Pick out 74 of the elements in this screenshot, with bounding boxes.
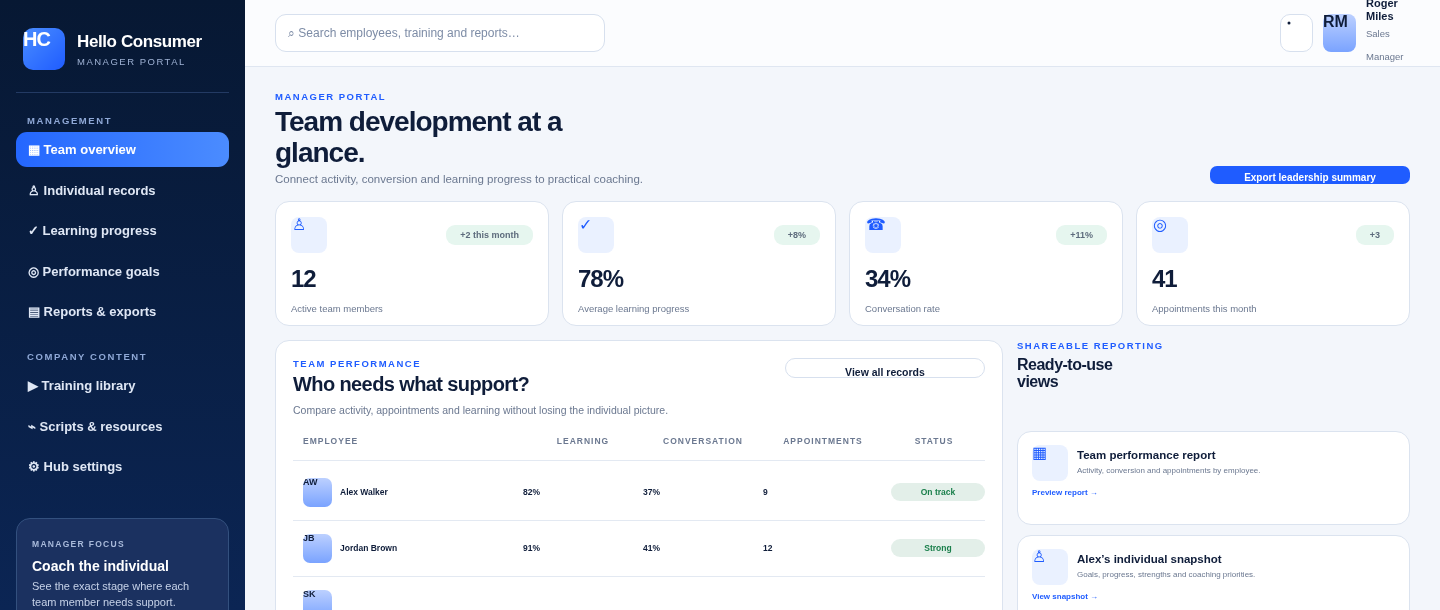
- nav-item[interactable]: ⌁ Scripts & resources: [16, 408, 229, 444]
- section-title: Who needs what support?: [293, 372, 531, 396]
- report-icon: ♙: [1032, 548, 1068, 585]
- employee-avatar: SK: [303, 589, 332, 610]
- brand-name: Hello Consumer: [77, 31, 202, 52]
- page-eyebrow: MANAGER PORTAL: [275, 91, 388, 102]
- stat-value: 41: [1152, 264, 1178, 293]
- nav-item[interactable]: ✓ Learning progress: [16, 213, 229, 248]
- trend-badge: +3: [1355, 224, 1394, 245]
- stat-value: 78%: [578, 264, 625, 293]
- stat-label: Appointments this month: [1152, 302, 1258, 314]
- status-badge: On track: [891, 483, 985, 502]
- nav-item[interactable]: ♙ Individual records: [16, 172, 229, 208]
- column-header: EMPLOYEE: [303, 435, 360, 446]
- search-field[interactable]: ⌕ Search employees, training and reports…: [275, 14, 605, 52]
- focus-title: Coach the individual: [32, 558, 170, 574]
- user-name: Roger Miles: [1366, 0, 1399, 24]
- section-title: Ready-to-use views: [1017, 355, 1114, 391]
- stat-icon: ♙: [291, 216, 327, 253]
- section-subtitle: Compare activity, appointments and learning without losing the individual picture.: [293, 403, 669, 416]
- stat-label: Average learning progress: [578, 302, 691, 314]
- stat-icon: ✓: [578, 216, 614, 253]
- report-icon: ▦: [1032, 444, 1068, 481]
- dot-icon: [1287, 21, 1291, 25]
- nav-item[interactable]: ▶ Training library: [16, 368, 229, 403]
- view-records-button[interactable]: View all records: [785, 357, 985, 378]
- report-link[interactable]: Preview report →: [1032, 487, 1098, 497]
- report-description: Goals, progress, strengths and coaching priorities.: [1077, 569, 1256, 579]
- employee-avatar: AW: [303, 477, 332, 507]
- trend-badge: +8%: [773, 224, 820, 245]
- page-title: Team development at a glance.: [275, 107, 564, 169]
- stat-value: 12: [291, 264, 317, 293]
- employee-name: Alex Walker: [340, 487, 388, 498]
- logo: HC: [23, 28, 65, 70]
- column-header: CONVERSATION: [662, 435, 744, 446]
- status-badge: Strong: [891, 539, 985, 558]
- notification-button[interactable]: [1280, 14, 1313, 52]
- table-cell-text: 9: [763, 487, 769, 498]
- employee-name: Jordan Brown: [340, 543, 398, 554]
- brand-subtitle: MANAGER PORTAL: [77, 55, 187, 67]
- nav-item[interactable]: ▦ Team overview: [16, 132, 229, 167]
- stat-icon: ◎: [1152, 216, 1188, 253]
- stat-value: 34%: [865, 264, 912, 293]
- column-header: APPOINTMENTS: [782, 435, 864, 446]
- table-cell-text: 91%: [523, 543, 541, 554]
- stat-label: Conversation rate: [865, 302, 941, 314]
- report-link[interactable]: View snapshot →: [1032, 591, 1099, 601]
- column-header: STATUS: [913, 435, 955, 446]
- report-description: Activity, conversion and appointments by employee.: [1077, 465, 1261, 475]
- section-eyebrow: TEAM PERFORMANCE: [293, 357, 422, 369]
- nav-item[interactable]: ⚙ Hub settings: [16, 449, 229, 484]
- focus-eyebrow: MANAGER FOCUS: [32, 539, 126, 549]
- column-header: LEARNING: [555, 435, 611, 446]
- user-avatar: RM: [1323, 14, 1356, 52]
- trend-badge: +11%: [1056, 224, 1107, 245]
- nav-item[interactable]: ◎ Performance goals: [16, 253, 229, 289]
- table-cell-text: 37%: [643, 487, 661, 498]
- focus-text: See the exact stage where each team member needs support.: [32, 579, 191, 610]
- export-button[interactable]: Export leadership summary: [1210, 165, 1410, 184]
- employee-avatar: JB: [303, 533, 332, 563]
- nav-item[interactable]: ▤ Reports & exports: [16, 294, 229, 329]
- stat-icon: ☎: [865, 216, 901, 253]
- section-eyebrow: SHAREABLE REPORTING: [1017, 339, 1165, 351]
- table-cell-text: 12: [763, 543, 774, 554]
- user-role: Sales Manager: [1366, 27, 1405, 65]
- report-title: Team performance report: [1077, 448, 1217, 461]
- section-heading: MANAGEMENT: [26, 115, 114, 126]
- table-cell-text: 41%: [643, 543, 661, 554]
- trend-badge: +2 this month: [446, 224, 533, 245]
- table-cell-text: 82%: [523, 487, 541, 498]
- report-title: Alex’s individual snapshot: [1077, 552, 1223, 565]
- stat-label: Active team members: [291, 302, 384, 314]
- page-subtitle: Connect activity, conversion and learning progress to practical coaching.: [275, 172, 643, 185]
- section-heading: COMPANY CONTENT: [26, 351, 149, 362]
